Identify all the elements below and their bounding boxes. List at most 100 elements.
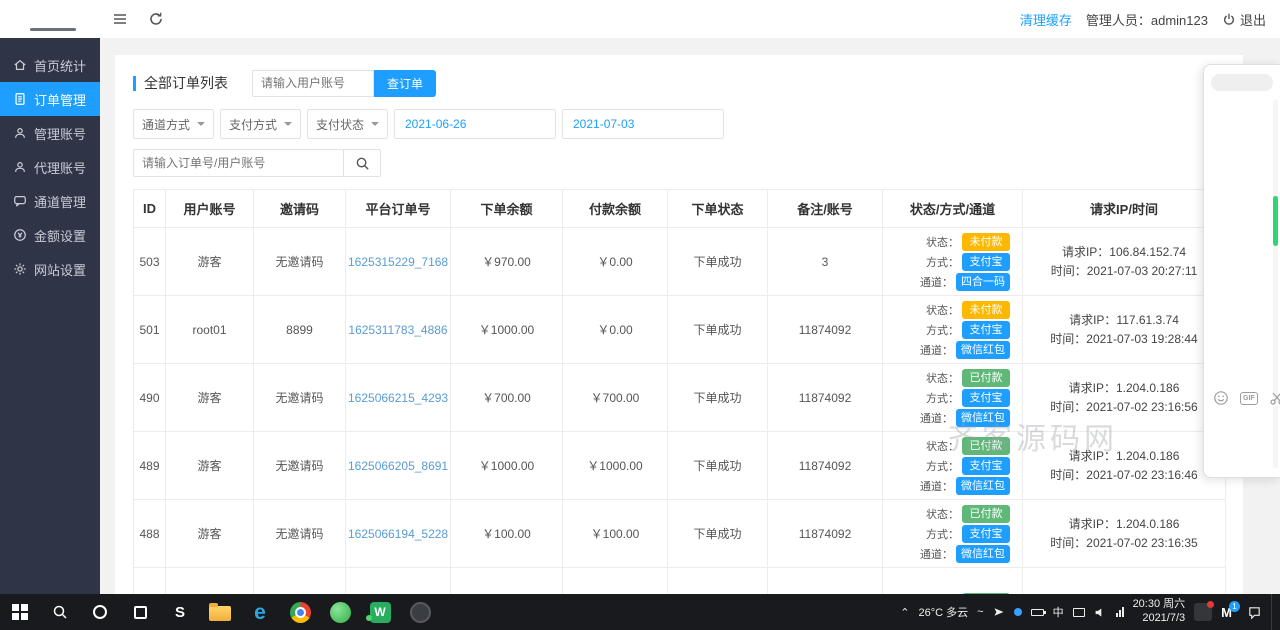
account-search-input[interactable]	[252, 70, 374, 97]
s-app-icon: S	[175, 604, 185, 621]
refresh-icon[interactable]	[148, 11, 164, 27]
logout-button[interactable]: 退出	[1222, 10, 1266, 29]
task-view-button[interactable]	[120, 594, 160, 630]
time-label: 时间：	[1051, 264, 1087, 278]
gif-icon[interactable]: GIF	[1240, 392, 1258, 405]
show-desktop-button[interactable]	[1271, 594, 1276, 630]
channel-label: 通道：	[920, 342, 953, 358]
chevron-down-icon	[284, 122, 292, 130]
cell-invite: 无邀请码	[254, 432, 346, 500]
hamburger-menu-icon[interactable]	[112, 11, 128, 27]
wps-button[interactable]: W	[360, 594, 400, 630]
ip-value: 117.61.3.74	[1116, 313, 1179, 327]
cell-order-no: 1625066205_8691	[346, 432, 451, 500]
cell-ip-time: 请求IP：1.204.0.186 时间：2021-07-02 23:16:46	[1023, 432, 1226, 500]
order-search-input[interactable]	[133, 149, 343, 177]
channel-label: 通道：	[920, 274, 953, 290]
bluetooth-icon[interactable]	[1014, 608, 1022, 616]
notification-app-icon[interactable]	[1194, 603, 1212, 621]
cell-order-no: 1625066194_5228	[346, 500, 451, 568]
cell-amount: ￥100.00	[451, 500, 563, 568]
cell-remark: 11874092	[768, 432, 883, 500]
ip-value: 1.204.0.186	[1116, 381, 1179, 395]
chevron-up-icon[interactable]: ⌃	[900, 606, 909, 619]
sidebar-item-home-stats[interactable]: 首页统计	[0, 48, 100, 82]
dark-app-button[interactable]	[400, 594, 440, 630]
table-row: 490 游客 无邀请码 1625066215_4293 ￥700.00 ￥700…	[134, 364, 1226, 432]
col-remark: 备注/账号	[768, 190, 883, 228]
cortana-button[interactable]	[80, 594, 120, 630]
end-date-input[interactable]	[562, 109, 724, 139]
sidebar-item-label: 通道管理	[34, 192, 86, 211]
scrollbar-thumb[interactable]	[1273, 196, 1278, 246]
app-s-button[interactable]: S	[160, 594, 200, 630]
volume-icon[interactable]	[1094, 606, 1107, 619]
monitor-icon[interactable]	[1073, 608, 1085, 617]
sidebar-item-amount-settings[interactable]: 金额设置	[0, 218, 100, 252]
cell-id: 501	[134, 296, 166, 364]
taskbar-search-button[interactable]	[40, 594, 80, 630]
chat-search-bar[interactable]	[1211, 74, 1273, 91]
sidebar-item-agent-accounts[interactable]: 代理账号	[0, 150, 100, 184]
cell-order-status: 下单成功	[668, 296, 768, 364]
sidebar-item-site-settings[interactable]: 网站设置	[0, 252, 100, 286]
cell-order-status: 下单成功	[668, 228, 768, 296]
pay-method-select[interactable]: 支付方式	[220, 109, 301, 139]
windows-logo-icon	[12, 604, 28, 620]
order-search-button[interactable]	[343, 149, 381, 177]
page-title: 全部订单列表	[144, 73, 228, 93]
sidebar-item-admin-accounts[interactable]: 管理账号	[0, 116, 100, 150]
taskbar-clock[interactable]: 20:30 周六 2021/7/3	[1133, 598, 1186, 626]
channel-type-select[interactable]: 通道方式	[133, 109, 214, 139]
weather-widget[interactable]: 26°C 多云	[918, 604, 968, 620]
table-row-partial: 状态：已付款 请求IP：1.204.0.186	[134, 568, 1226, 595]
edge-browser-button[interactable]: e	[240, 594, 280, 630]
overlay-chat-panel: GIF	[1203, 64, 1280, 478]
cell-ip-time: 请求IP：1.204.0.186 时间：2021-07-02 23:16:56	[1023, 364, 1226, 432]
method-badge: 支付宝	[962, 321, 1010, 339]
input-method-indicator[interactable]: 中	[1053, 604, 1064, 620]
scissors-icon[interactable]	[1269, 390, 1280, 406]
query-order-button[interactable]: 查订单	[374, 70, 436, 97]
network-icon[interactable]	[1116, 607, 1124, 617]
ip-value: 106.84.152.74	[1109, 245, 1186, 259]
cell-remark: 3	[768, 228, 883, 296]
cell-order-status: 下单成功	[668, 364, 768, 432]
cell-paid: ￥100.00	[563, 500, 668, 568]
col-user: 用户账号	[166, 190, 254, 228]
cell-order-no	[346, 568, 451, 595]
emoji-icon[interactable]	[1213, 390, 1229, 406]
table-row: 501 root01 8899 1625311783_4886 ￥1000.00…	[134, 296, 1226, 364]
time-value: 2021-07-03 20:27:11	[1087, 264, 1198, 278]
file-explorer-button[interactable]	[200, 594, 240, 630]
start-date-input[interactable]	[394, 109, 556, 139]
status-label: 状态：	[926, 302, 959, 318]
pay-status-select[interactable]: 支付状态	[307, 109, 388, 139]
location-icon[interactable]	[993, 606, 1005, 618]
cell-paid: ￥0.00	[563, 228, 668, 296]
sidebar-item-label: 订单管理	[34, 90, 86, 109]
top-header-bar: 清理缓存 管理人员：admin123 退出	[0, 0, 1280, 38]
chrome-browser-button[interactable]	[280, 594, 320, 630]
notification-center-icon[interactable]	[1247, 605, 1262, 620]
cell-state-method-channel: 状态：已付款 方式：支付宝 通道：微信红包	[883, 432, 1023, 500]
sidebar-item-orders[interactable]: 订单管理	[0, 82, 100, 116]
message-icon	[13, 194, 27, 208]
sidebar-item-channels[interactable]: 通道管理	[0, 184, 100, 218]
clear-cache-link[interactable]: 清理缓存	[1020, 10, 1072, 29]
scrollbar-track[interactable]	[1273, 99, 1278, 469]
cell-paid: ￥1000.00	[563, 432, 668, 500]
wave-icon[interactable]: ~	[977, 606, 983, 618]
channel-badge: 微信红包	[956, 409, 1010, 427]
gear-icon	[13, 262, 27, 276]
cortana-icon	[93, 605, 107, 619]
chrome-icon	[290, 602, 311, 623]
start-button[interactable]	[0, 594, 40, 630]
orders-card: 全部订单列表 查订单 通道方式 支付方式 支付状态	[115, 55, 1243, 594]
col-status: 下单状态	[668, 190, 768, 228]
green-browser-button[interactable]	[320, 594, 360, 630]
messenger-icon[interactable]: M1	[1221, 605, 1238, 620]
ip-label: 请求IP：	[1069, 381, 1116, 395]
cell-order-status	[668, 568, 768, 595]
battery-icon[interactable]	[1031, 609, 1044, 616]
